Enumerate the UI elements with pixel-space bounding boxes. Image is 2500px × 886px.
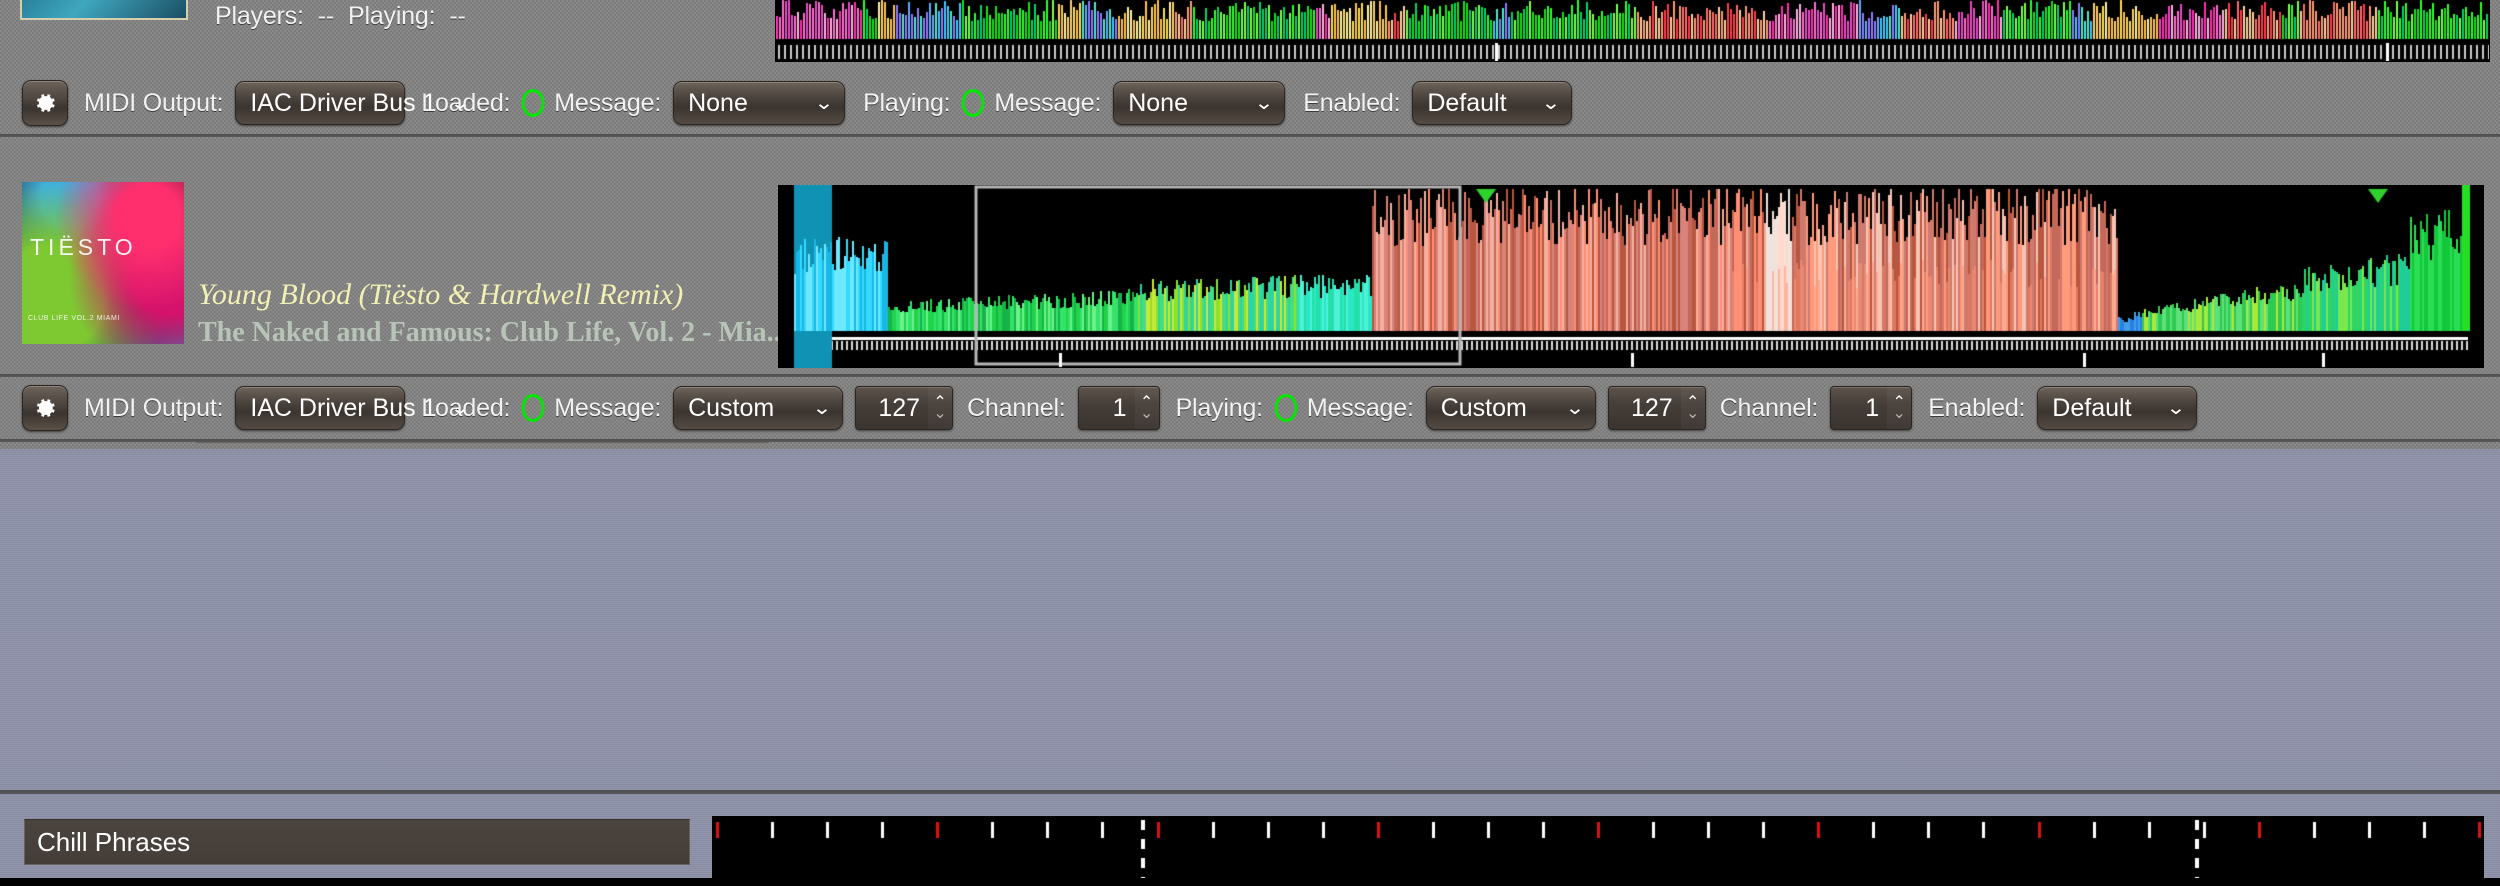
track-playing-message-value: Custom — [1440, 393, 1527, 422]
track-enabled-label: Enabled: — [1928, 393, 2026, 422]
top-track-strip: Players: -- Playing: -- — [0, 0, 2500, 72]
top-playing-message-select[interactable]: None ⌄ — [1113, 81, 1286, 125]
track-playing-channel-value: 1 — [1865, 393, 1880, 422]
track-loaded-message-label: Message: — [554, 393, 662, 422]
track-loaded-channel-value: 1 — [1112, 393, 1127, 422]
spinner-arrows-icon[interactable]: ⌃ ⌄ — [1134, 387, 1159, 429]
playing-indicator-ring-icon — [960, 88, 986, 118]
track-midi-row: MIDI Output: IAC Driver Bus 1 ⌄ Loaded: … — [0, 377, 2500, 439]
artwork-footer-text: CLUB LIFE VOL.2 MIAMI — [28, 315, 120, 322]
track-loaded-message-select[interactable]: Custom ⌄ — [673, 386, 844, 430]
spinner-arrows-icon[interactable]: ⌃ ⌄ — [1887, 387, 1912, 429]
chevron-down-icon: ⌄ — [450, 397, 471, 419]
top-loaded-message-value: None — [688, 88, 748, 117]
top-waveform-preview[interactable] — [775, 0, 2490, 62]
track-midi-output-label: MIDI Output: — [84, 393, 224, 422]
chevron-down-icon: ⌄ — [450, 92, 471, 114]
top-playing-message-value: None — [1128, 88, 1188, 117]
track-waveform-detail[interactable] — [778, 185, 2484, 368]
track-playing-value: 127 — [1630, 393, 1673, 422]
chevron-down-icon: ⌄ — [812, 397, 833, 419]
chevron-down-icon: ⌄ — [1541, 92, 1562, 114]
track-midi-output-select[interactable]: IAC Driver Bus 1 ⌄ — [235, 386, 470, 430]
gear-icon[interactable] — [22, 385, 68, 431]
chill-cue-name-field[interactable]: Chill Phrases — [24, 819, 690, 865]
track-enabled-value: Default — [2052, 393, 2132, 422]
track-playing-message-select[interactable]: Custom ⌄ — [1425, 386, 1596, 430]
track-panel: TIËSTO CLUB LIFE VOL.2 MIAMI Young Blood… — [0, 137, 2500, 487]
chevron-down-icon: ⌄ — [814, 92, 835, 114]
track-playing-value-spinner[interactable]: 127 ⌃ ⌄ — [1607, 386, 1706, 430]
playing-indicator-ring-icon — [1273, 393, 1299, 423]
top-players-label: Players: — [215, 2, 304, 30]
top-midi-output-label: MIDI Output: — [84, 88, 224, 117]
top-enabled-label: Enabled: — [1303, 88, 1401, 117]
track-enabled-select[interactable]: Default ⌄ — [2037, 386, 2198, 430]
track-playing-message-label: Message: — [1306, 393, 1414, 422]
album-artwork[interactable]: TIËSTO CLUB LIFE VOL.2 MIAMI — [22, 182, 184, 344]
top-loaded-message-label: Message: — [554, 88, 662, 117]
top-players-value: -- — [317, 2, 334, 30]
track-loaded-message-value: Custom — [688, 393, 775, 422]
artwork-brand-text: TIËSTO — [30, 234, 137, 260]
loaded-indicator-ring-icon — [520, 88, 546, 118]
track-loaded-channel-label: Channel: — [967, 393, 1066, 422]
top-playing-label: Playing: — [347, 2, 436, 30]
track-loaded-channel-spinner[interactable]: 1 ⌃ ⌄ — [1077, 386, 1160, 430]
top-artwork[interactable] — [20, 0, 188, 20]
top-midi-output-select[interactable]: IAC Driver Bus 1 ⌄ — [235, 81, 470, 125]
spinner-arrows-icon[interactable]: ⌃ ⌄ — [1680, 387, 1705, 429]
track-artist-album: The Naked and Famous: Club Life, Vol. 2 … — [198, 317, 788, 348]
spinner-arrows-icon[interactable]: ⌃ ⌄ — [928, 387, 953, 429]
loaded-indicator-ring-icon — [520, 393, 546, 423]
top-midi-row: MIDI Output: IAC Driver Bus 1 ⌄ Loaded: … — [0, 72, 2500, 134]
window-bottom-edge — [0, 878, 2500, 886]
divider-3 — [0, 439, 2500, 442]
gear-icon[interactable] — [22, 80, 68, 126]
top-loaded-message-select[interactable]: None ⌄ — [673, 81, 846, 125]
chevron-down-icon: ⌄ — [1254, 92, 1275, 114]
top-enabled-value: Default — [1427, 88, 1507, 117]
chill-phrase-timeline[interactable] — [712, 816, 2484, 886]
top-enabled-select[interactable]: Default ⌄ — [1412, 81, 1573, 125]
track-title: Young Blood (Tiësto & Hardwell Remix) — [198, 278, 684, 311]
track-loaded-value: 127 — [878, 393, 921, 422]
chevron-down-icon: ⌄ — [2166, 397, 2187, 419]
top-playing-label2: Playing: — [863, 88, 951, 117]
track-playing-channel-label: Channel: — [1719, 393, 1819, 422]
track-playing-channel-spinner[interactable]: 1 ⌃ ⌄ — [1830, 386, 1913, 430]
track-loaded-value-spinner[interactable]: 127 ⌃ ⌄ — [855, 386, 954, 430]
phrase-cue-panel-chill-phrases: Chill Phrases — [0, 794, 2500, 886]
phrase-cue-panel-verse-chase: Verse Chase Section sizes (bars): Start:… — [0, 449, 2500, 790]
show-window: Players: -- Playing: -- MIDI Output: IAC… — [0, 0, 2500, 886]
track-playing-label2: Playing: — [1175, 393, 1264, 422]
top-playing-value: -- — [449, 2, 466, 30]
top-playing-message-label: Message: — [994, 88, 1102, 117]
chevron-down-icon: ⌄ — [1564, 397, 1585, 419]
